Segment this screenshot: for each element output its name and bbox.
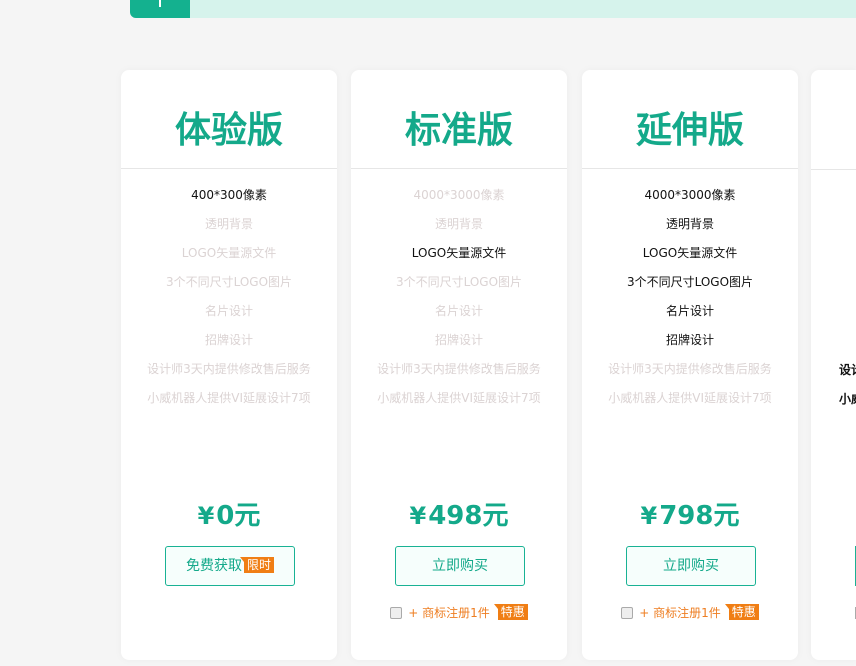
- price-value: 798元: [659, 501, 740, 531]
- feature-item: 设计师3天内提供修改售后服务: [147, 362, 311, 376]
- plan-card-extended: 延伸版 4000*3000像素 透明背景 LOGO矢量源文件 3个不同尺寸LOG…: [582, 70, 798, 660]
- feature-item: 透明背景: [665, 217, 714, 231]
- addon-checkbox[interactable]: [621, 607, 634, 619]
- feature-item: 名片设计: [434, 304, 483, 318]
- price-value: 0元: [216, 501, 261, 531]
- feature-item: LOGO矢量源文件: [411, 246, 507, 260]
- feature-item: 3个不同尺寸LOGO图片: [165, 275, 293, 289]
- feature-item: 3个不同尺寸LOGO图片: [395, 275, 523, 289]
- feature-item: 设计师3天内提供修改售后服务: [608, 362, 772, 376]
- feature-item: LOGO矢量源文件: [642, 246, 738, 260]
- feature-item: 小威: [839, 392, 856, 406]
- addon-checkbox[interactable]: [390, 607, 403, 619]
- plan-title: 标准版: [351, 70, 567, 169]
- feature-item: 招牌设计: [665, 333, 714, 347]
- plan-price: ¥0元: [121, 496, 337, 536]
- price-value: 498元: [428, 501, 509, 531]
- feature-list: 400*300像素 透明背景 LOGO矢量源文件 3个不同尺寸LOGO图片 名片…: [121, 169, 337, 413]
- currency-symbol: ¥: [640, 502, 658, 530]
- feature-item: 4000*3000像素: [413, 188, 505, 202]
- feature-item: 招牌设计: [204, 333, 253, 347]
- trademark-addon: + 商标注册1件 特惠: [351, 603, 567, 623]
- discount-badge: 特惠: [724, 604, 759, 620]
- button-label: 免费获取: [185, 558, 242, 574]
- plan-title: 体验版: [121, 70, 337, 169]
- top-tab-strip: [130, 0, 856, 18]
- feature-item: LOGO矢量源文件: [181, 246, 277, 260]
- plan-title: 延伸版: [582, 70, 798, 169]
- plan-price: ¥498元: [351, 496, 567, 536]
- feature-item: 小威机器人提供VI延展设计7项: [608, 391, 772, 405]
- plan-card-partial: 设计 小威: [811, 70, 856, 660]
- feature-item: 透明背景: [434, 217, 483, 231]
- feature-item: 400*300像素: [191, 188, 267, 202]
- title-divider: [811, 169, 856, 170]
- feature-list: 4000*3000像素 透明背景 LOGO矢量源文件 3个不同尺寸LOGO图片 …: [351, 169, 567, 413]
- feature-item: 设计师3天内提供修改售后服务: [377, 362, 541, 376]
- active-tab-indicator[interactable]: [130, 0, 190, 18]
- feature-list: 4000*3000像素 透明背景 LOGO矢量源文件 3个不同尺寸LOGO图片 …: [582, 169, 798, 413]
- feature-item: 4000*3000像素: [644, 188, 736, 202]
- addon-label[interactable]: + 商标注册1件: [408, 606, 490, 620]
- trademark-addon: + 商标注册1件 特惠: [582, 603, 798, 623]
- buy-now-button[interactable]: 立即购买: [395, 546, 525, 586]
- feature-item: 设计: [839, 363, 856, 377]
- feature-item: 名片设计: [204, 304, 253, 318]
- plan-price: ¥798元: [582, 496, 798, 536]
- feature-item: 透明背景: [204, 217, 253, 231]
- currency-symbol: ¥: [409, 502, 427, 530]
- feature-item: 小威机器人提供VI延展设计7项: [147, 391, 311, 405]
- currency-symbol: ¥: [197, 502, 215, 530]
- buy-now-button[interactable]: 立即购买: [626, 546, 756, 586]
- plan-card-standard: 标准版 4000*3000像素 透明背景 LOGO矢量源文件 3个不同尺寸LOG…: [351, 70, 567, 660]
- addon-label[interactable]: + 商标注册1件: [639, 606, 721, 620]
- feature-item: 招牌设计: [434, 333, 483, 347]
- plan-card-trial: 体验版 400*300像素 透明背景 LOGO矢量源文件 3个不同尺寸LOGO图…: [121, 70, 337, 660]
- discount-badge: 特惠: [493, 604, 528, 620]
- limited-time-badge: 限时: [239, 557, 274, 573]
- feature-item: 小威机器人提供VI延展设计7项: [377, 391, 541, 405]
- free-get-button[interactable]: 免费获取 限时: [165, 546, 295, 586]
- feature-item: 名片设计: [665, 304, 714, 318]
- feature-item: 3个不同尺寸LOGO图片: [626, 275, 754, 289]
